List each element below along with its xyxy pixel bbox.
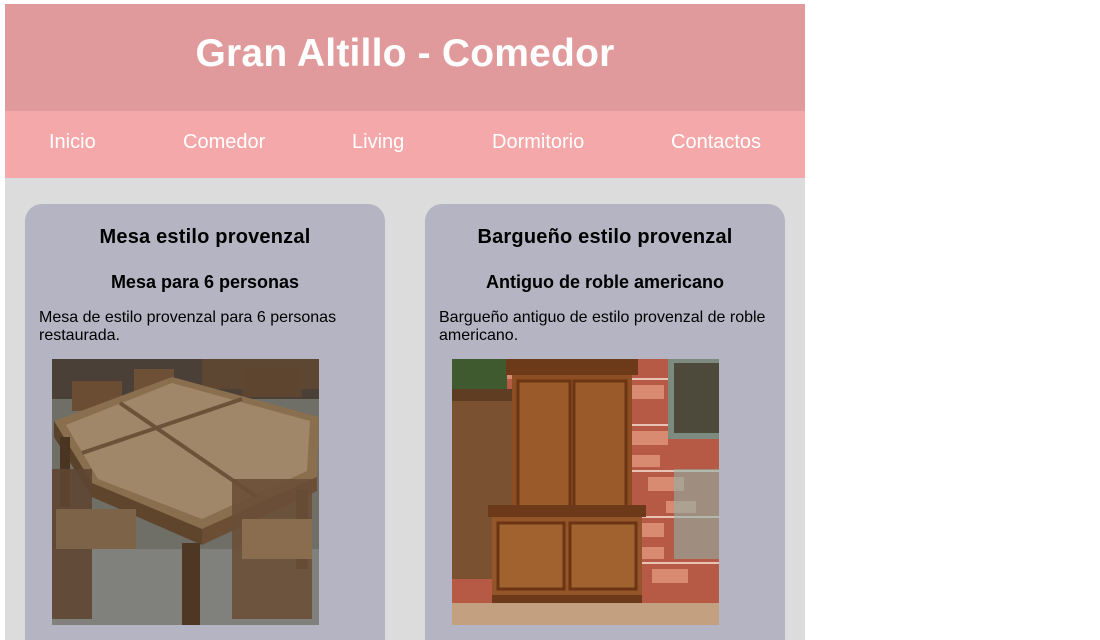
site-header: Gran Altillo - Comedor: [5, 4, 805, 111]
product-card-bargueno: Bargueño estilo provenzal Antiguo de rob…: [425, 204, 785, 640]
product-title: Mesa estilo provenzal: [99, 226, 311, 248]
product-photo-table: [52, 359, 319, 625]
nav-item-comedor[interactable]: Comedor: [183, 111, 265, 178]
product-photo-cabinet: [452, 359, 719, 625]
product-description: Bargueño antiguo de estilo provenzal de …: [439, 309, 766, 344]
product-subtitle: Antiguo de roble americano: [485, 272, 725, 292]
site-title: Gran Altillo - Comedor: [195, 31, 615, 75]
nav-item-inicio[interactable]: Inicio: [49, 111, 96, 178]
product-subtitle: Mesa para 6 personas: [110, 272, 300, 292]
page-container: Gran Altillo - Comedor Inicio Comedor Li…: [5, 4, 805, 640]
nav-item-dormitorio[interactable]: Dormitorio: [492, 111, 584, 178]
main-nav: Inicio Comedor Living Dormitorio Contact…: [5, 111, 805, 178]
product-title: Bargueño estilo provenzal: [477, 226, 733, 248]
nav-item-contactos[interactable]: Contactos: [671, 111, 761, 178]
product-description: Mesa de estilo provenzal para 6 personas…: [39, 309, 337, 344]
nav-item-living[interactable]: Living: [352, 111, 404, 178]
product-card-mesa: Mesa estilo provenzal Mesa para 6 person…: [25, 204, 385, 640]
